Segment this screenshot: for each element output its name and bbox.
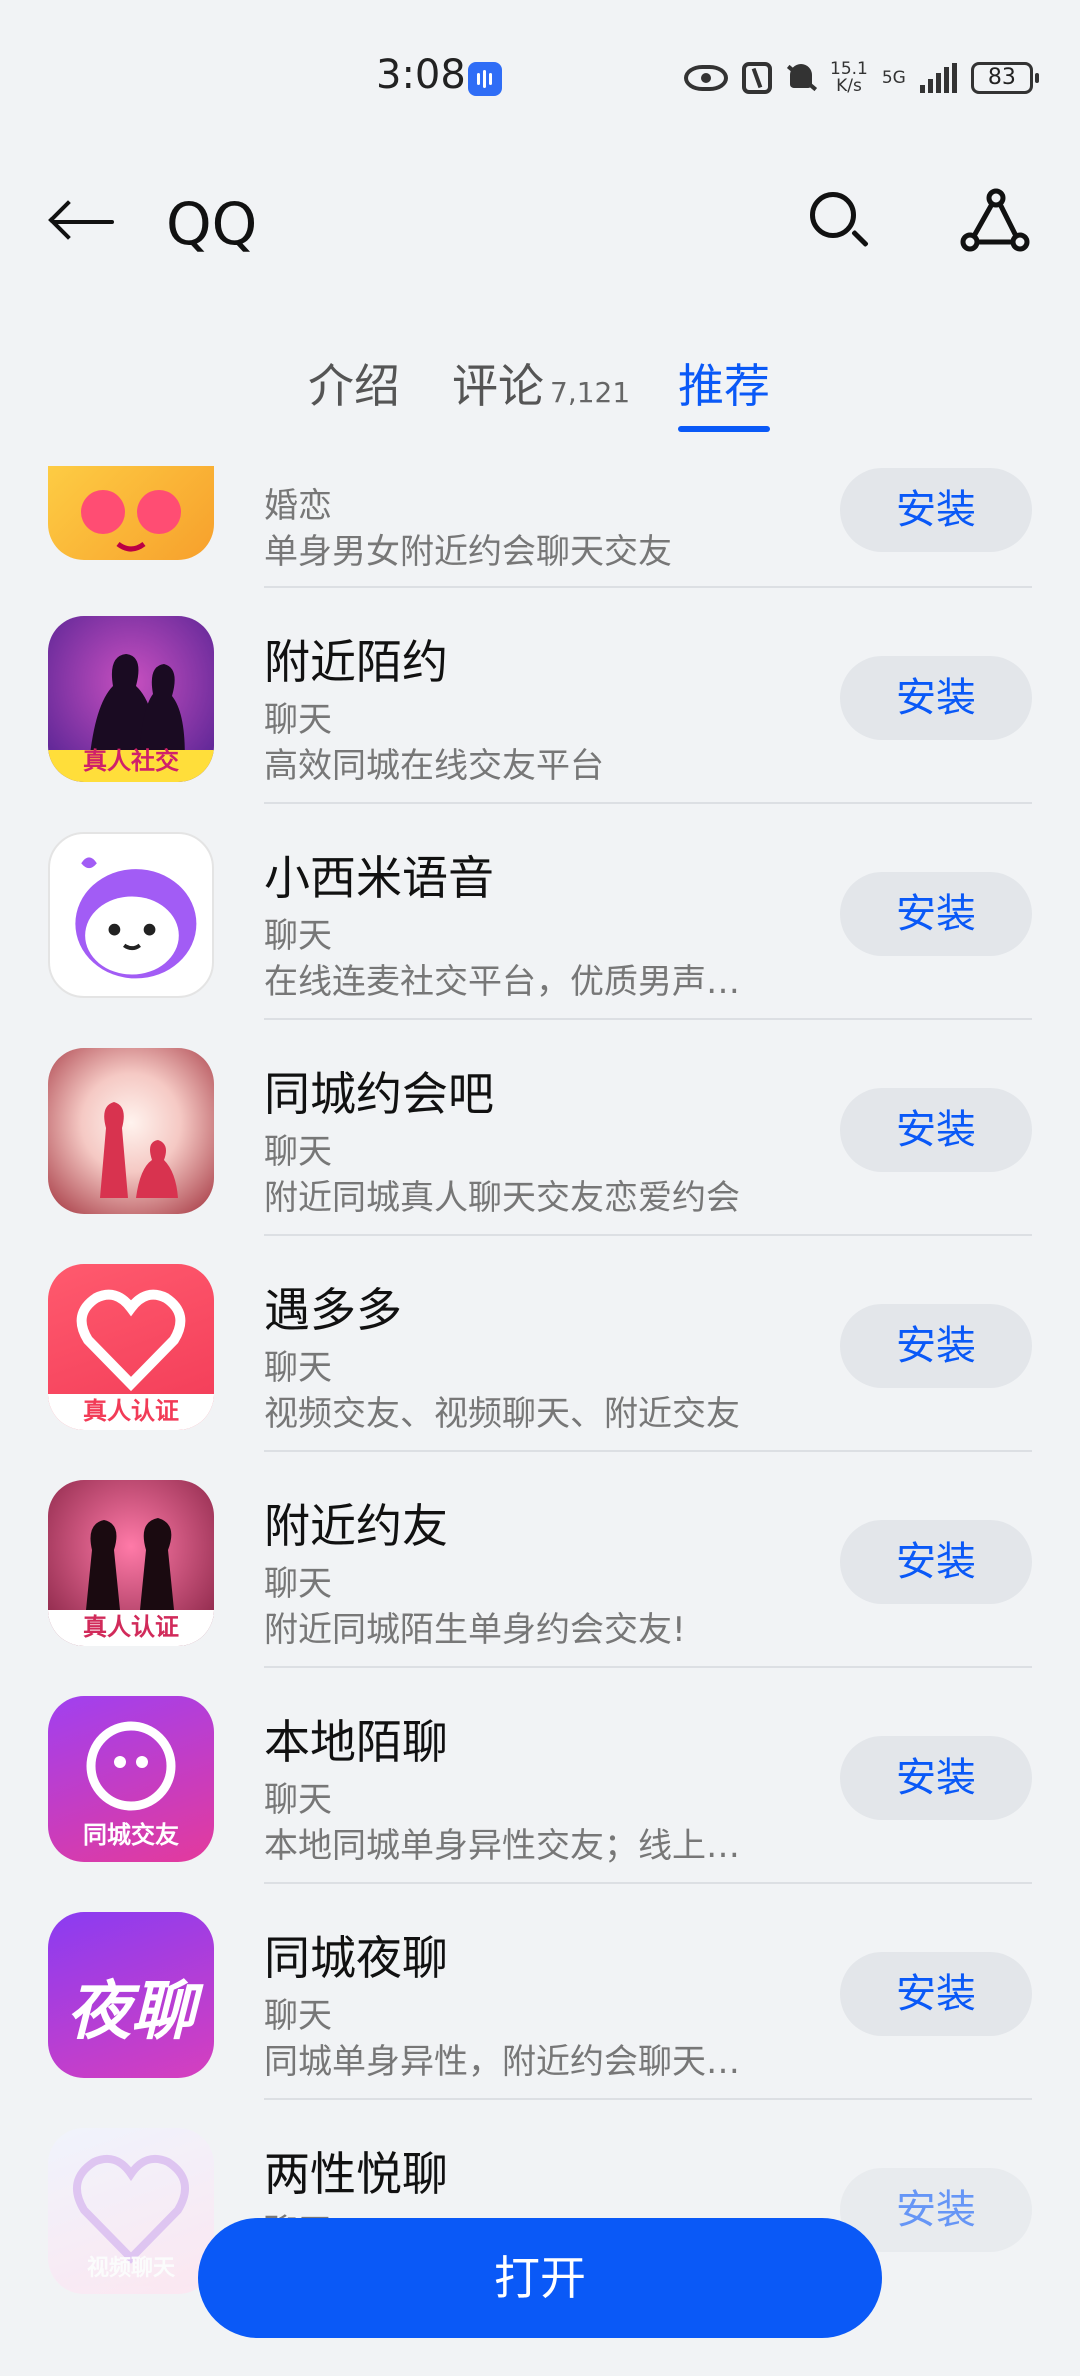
signal-icon [919,63,957,93]
tab-bar: 介绍 评论 7,121 推荐 [0,350,1080,440]
voice-assistant-icon [468,62,502,96]
heart-couple-icon: 视频聊天 [48,2128,214,2294]
mute-icon [786,62,816,94]
tab-underline [678,426,770,432]
search-icon[interactable] [808,190,868,254]
app-category: 聊天 [264,1780,332,1820]
install-button[interactable]: 安装 [840,656,1032,740]
recommend-list: 婚恋 单身男女附近约会聊天交友 安装 真人社交 附近陌约 聊天 高效同城在线交友… [0,466,1080,2376]
tab-intro[interactable]: 介绍 [308,350,400,416]
couple-hands-icon: 真人认证 [48,1480,214,1646]
list-item[interactable]: 同城交友 本地陌聊 聊天 本地同城单身异性交友；线上… 安装 [0,1668,1080,1884]
chat-heart-icon: 真人认证 [48,1264,214,1430]
app-name: 遇多多 [264,1283,402,1337]
app-description: 附近同城陌生单身约会交友! [264,1610,686,1650]
app-name: 附近约友 [264,1499,448,1553]
night-chat-icon: 夜聊 [48,1912,214,2078]
app-description: 在线连麦社交平台，优质男声… [264,962,740,1002]
share-icon[interactable] [960,188,1030,254]
list-item[interactable]: 小西米语音 聊天 在线连麦社交平台，优质男声… 安装 [0,804,1080,1020]
status-icons: 15.1 K/s 5G 83 [684,56,1039,100]
proposal-silhouette-icon [48,1048,214,1214]
chat-bubble-face-icon: 同城交友 [48,1696,214,1862]
list-item[interactable]: 婚恋 单身男女附近约会聊天交友 安装 [0,466,1080,588]
install-button[interactable]: 安装 [840,1304,1032,1388]
status-bar: 3:08 15.1 K/s 5G 83 [0,0,1080,150]
install-button[interactable]: 安装 [840,1088,1032,1172]
open-button[interactable]: 打开 [198,2218,882,2338]
app-name: 附近陌约 [264,635,448,689]
nfc-icon [742,62,772,94]
app-category: 聊天 [264,700,332,740]
app-header: QQ [0,160,1080,280]
battery-icon: 83 [970,62,1039,94]
list-item[interactable]: 夜聊 同城夜聊 聊天 同城单身异性，附近约会聊天… 安装 [0,1884,1080,2100]
eye-comfort-icon [684,65,728,91]
app-category: 聊天 [264,1132,332,1172]
heart-eyes-cat-icon [48,466,214,560]
network-type: 5G [881,67,906,88]
install-button[interactable]: 安装 [840,1736,1032,1820]
app-description: 视频交友、视频聊天、附近交友 [264,1394,740,1434]
app-category: 聊天 [264,1996,332,2036]
app-name: 同城夜聊 [264,1931,448,1985]
install-button[interactable]: 安装 [840,1952,1032,2036]
install-button[interactable]: 安装 [840,2168,1032,2252]
tab-reviews[interactable]: 评论 7,121 [452,350,630,416]
app-description: 附近同城真人聊天交友恋爱约会 [264,1178,740,1218]
list-item[interactable]: 真人认证 遇多多 聊天 视频交友、视频聊天、附近交友 安装 [0,1236,1080,1452]
review-count: 7,121 [550,376,631,409]
app-category: 聊天 [264,916,332,956]
list-item[interactable]: 真人认证 附近约友 聊天 附近同城陌生单身约会交友! 安装 [0,1452,1080,1668]
app-category: 聊天 [264,1348,332,1388]
tab-recommend[interactable]: 推荐 [678,350,770,432]
page-title: QQ [166,190,258,258]
install-button[interactable]: 安装 [840,872,1032,956]
install-button[interactable]: 安装 [840,1520,1032,1604]
network-speed: 15.1 K/s [830,59,868,96]
app-description: 本地同城单身异性交友；线上… [264,1826,740,1866]
app-category: 聊天 [264,1564,332,1604]
install-button[interactable]: 安装 [840,468,1032,552]
list-item[interactable]: 同城约会吧 聊天 附近同城真人聊天交友恋爱约会 安装 [0,1020,1080,1236]
back-arrow-icon[interactable] [48,200,118,244]
app-description: 高效同城在线交友平台 [264,746,604,786]
app-description: 同城单身异性，附近约会聊天… [264,2042,740,2082]
list-item[interactable]: 真人社交 附近陌约 聊天 高效同城在线交友平台 安装 [0,588,1080,804]
app-name: 本地陌聊 [264,1715,448,1769]
app-name: 小西米语音 [264,851,494,905]
app-name: 两性悦聊 [264,2147,448,2201]
couple-silhouette-icon: 真人社交 [48,616,214,782]
cute-face-icon [48,832,214,998]
status-time: 3:08 [376,52,466,98]
app-name: 同城约会吧 [264,1067,494,1121]
